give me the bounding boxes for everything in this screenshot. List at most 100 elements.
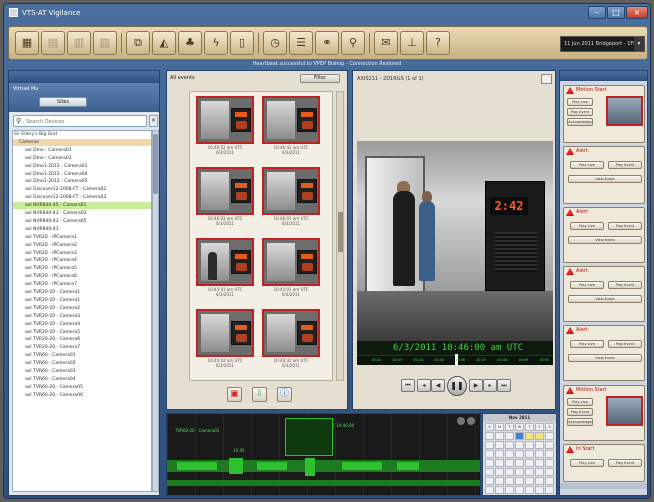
minimize-button[interactable]: – (588, 6, 606, 19)
alarm-card[interactable]: Alert! Play Live Play Event View Event (563, 207, 645, 263)
calendar-day[interactable] (545, 432, 554, 440)
search-input[interactable] (26, 117, 144, 126)
play-back-button[interactable]: ◀ (431, 379, 445, 392)
view-event-button[interactable]: View Event (568, 175, 642, 183)
camera-view-button[interactable]: ⧉ (126, 31, 150, 55)
tree-scrollbar[interactable] (152, 130, 159, 492)
calendar-day[interactable] (525, 450, 534, 458)
alarm-card[interactable]: In Start! Play Live Play Event (563, 444, 645, 482)
alarm-card[interactable]: Alert! Play Live Play Event View Event (563, 325, 645, 381)
tree-camera-item[interactable]: axl Discover12-2008-FT - Camera02 (13, 186, 106, 193)
save-button[interactable]: ▣ (227, 387, 242, 402)
tree-camera-item[interactable]: axl TVR60 - Camera01 (13, 352, 76, 359)
history-button[interactable]: ◷ (263, 31, 287, 55)
calendar-day[interactable] (485, 450, 494, 458)
calendar-day[interactable] (525, 486, 534, 494)
calendar-day[interactable] (515, 477, 524, 485)
tree-camera-item[interactable]: axl Dmo1-2012 - Camera01 (13, 163, 88, 170)
alarm-card[interactable]: Motion Start! Play Live Play Event Acknowle… (563, 85, 645, 143)
calendar-day[interactable] (495, 441, 504, 449)
maximize-video-button[interactable] (541, 74, 552, 84)
tree-camera-item[interactable]: axl TVR20 - IPCamera7 (13, 281, 77, 288)
event-thumbnail[interactable]: 10:45:41 am UTC 6/3/2011 (196, 238, 254, 298)
step-back-button[interactable]: ⏮ (401, 379, 415, 392)
layout-4-button[interactable]: ▧ (93, 31, 117, 55)
play-event-button[interactable]: Play Event (608, 161, 642, 169)
play-live-button[interactable]: Play Live (567, 98, 593, 106)
calendar-day[interactable] (535, 441, 544, 449)
calendar-day[interactable] (525, 432, 534, 440)
calendar-day[interactable] (485, 468, 494, 476)
tree-camera-item[interactable]: axl TVR20-20 - Camera6 (13, 336, 80, 343)
event-thumbnail[interactable]: 10:46:01 am UTC 6/3/2011 (262, 167, 320, 227)
help-button[interactable]: ? (426, 31, 450, 55)
calendar-day[interactable] (495, 477, 504, 485)
timeline-zoom-in-button[interactable] (467, 417, 475, 425)
step-forward-button[interactable]: ⏭ (497, 379, 511, 392)
calendar-day[interactable] (505, 450, 514, 458)
play-event-button[interactable]: Play Event (567, 408, 593, 416)
tree-camera-item[interactable]: axl TVR20-20 - Camera1 (13, 297, 80, 304)
calendar-day[interactable] (495, 486, 504, 494)
reports-button[interactable]: ☰ (289, 31, 313, 55)
calendar-day[interactable] (495, 432, 504, 440)
tree-camera-item[interactable]: axl TVR20-20 - Camera5 (13, 329, 80, 336)
tree-camera-item[interactable]: axl TVR20 - IPCamera5 (13, 265, 77, 272)
export-button[interactable]: ⇩ (252, 387, 267, 402)
info-button[interactable]: ⓘ (277, 387, 292, 402)
play-live-button[interactable]: Play Live (570, 281, 604, 289)
calendar-day[interactable] (535, 486, 544, 494)
tree-camera-item[interactable]: axl Dmo - Camera01 (13, 147, 72, 154)
calendar-day[interactable] (485, 459, 494, 467)
alarm-button[interactable]: ϟ (204, 31, 228, 55)
calendar-day[interactable] (545, 450, 554, 458)
maximize-button[interactable]: □ (607, 6, 625, 19)
tree-camera-item[interactable]: axl TVR20-20 - Camera1 (13, 289, 80, 296)
tree-camera-item[interactable]: axl Dmo1-2012 - Camera04 (13, 171, 88, 178)
calendar-day[interactable] (535, 459, 544, 467)
calendar-day[interactable] (485, 441, 494, 449)
alarm-scrollbar[interactable] (560, 483, 647, 489)
pause-button[interactable]: ❚❚ (447, 376, 467, 396)
tree-camera-item[interactable]: axl TVR20 - IPCamera4 (13, 257, 77, 264)
tree-camera-item[interactable]: axl TVR20-20 - Camera2 (13, 305, 80, 312)
grid-layout-button[interactable]: ▦ (15, 31, 39, 55)
tree-camera-item[interactable]: axl Discover12-2008-FT - Camera03 (13, 194, 106, 201)
tree-camera-item[interactable]: axl TVR20 - IPCamera1 (13, 234, 77, 241)
tree-camera-item[interactable]: axl TVR20-20 - Camera3 (13, 313, 80, 320)
calendar-day[interactable] (515, 486, 524, 494)
tree-camera-item[interactable]: axl TVR60 - Camera02 (13, 360, 76, 367)
timeline-zoom-out-button[interactable] (457, 417, 465, 425)
play-event-button[interactable]: Play Event (608, 222, 642, 230)
layout-2-button[interactable]: ▤ (41, 31, 65, 55)
play-live-button[interactable]: Play Live (570, 340, 604, 348)
fast-forward-button[interactable]: ▸ (483, 379, 497, 392)
calendar-day[interactable] (515, 459, 524, 467)
calendar-day[interactable] (505, 441, 514, 449)
event-thumbnail[interactable]: 10:46:52 am UTC 6/3/2011 (196, 96, 254, 156)
play-button[interactable]: ▶ (469, 379, 483, 392)
calendar-day[interactable] (525, 441, 534, 449)
calendar-day[interactable] (515, 441, 524, 449)
play-event-button[interactable]: Play Event (608, 340, 642, 348)
calendar-day[interactable] (485, 486, 494, 494)
calendar-day[interactable] (535, 432, 544, 440)
alarm-card[interactable]: Alert! Play Live Play Event View Event (563, 266, 645, 322)
tree-camera-item[interactable]: axl TVR60 - Camera03 (13, 368, 76, 375)
view-event-button[interactable]: View Event (568, 354, 642, 362)
chart-button[interactable]: ◭ (152, 31, 176, 55)
hierarchy-button[interactable]: ⊥ (400, 31, 424, 55)
close-button[interactable]: × (626, 6, 648, 19)
tree-camera-item[interactable]: axl NVR840-45 - Camera01 (13, 202, 151, 210)
alarm-thumbnail[interactable] (606, 396, 643, 426)
calendar-day[interactable] (545, 486, 554, 494)
calendar-day[interactable] (545, 459, 554, 467)
tree-camera-item[interactable]: axl TVR20-20 - Camera7 (13, 344, 80, 351)
alarm-card[interactable]: Motion Start! Play Live Play Event Acknowle… (563, 385, 645, 441)
play-event-button[interactable]: Play Event (567, 108, 593, 116)
calendar-day[interactable] (495, 450, 504, 458)
layout-3-button[interactable]: ▥ (67, 31, 91, 55)
calendar-day[interactable] (505, 459, 514, 467)
play-event-button[interactable]: Play Event (608, 281, 642, 289)
calendar-day[interactable] (495, 459, 504, 467)
